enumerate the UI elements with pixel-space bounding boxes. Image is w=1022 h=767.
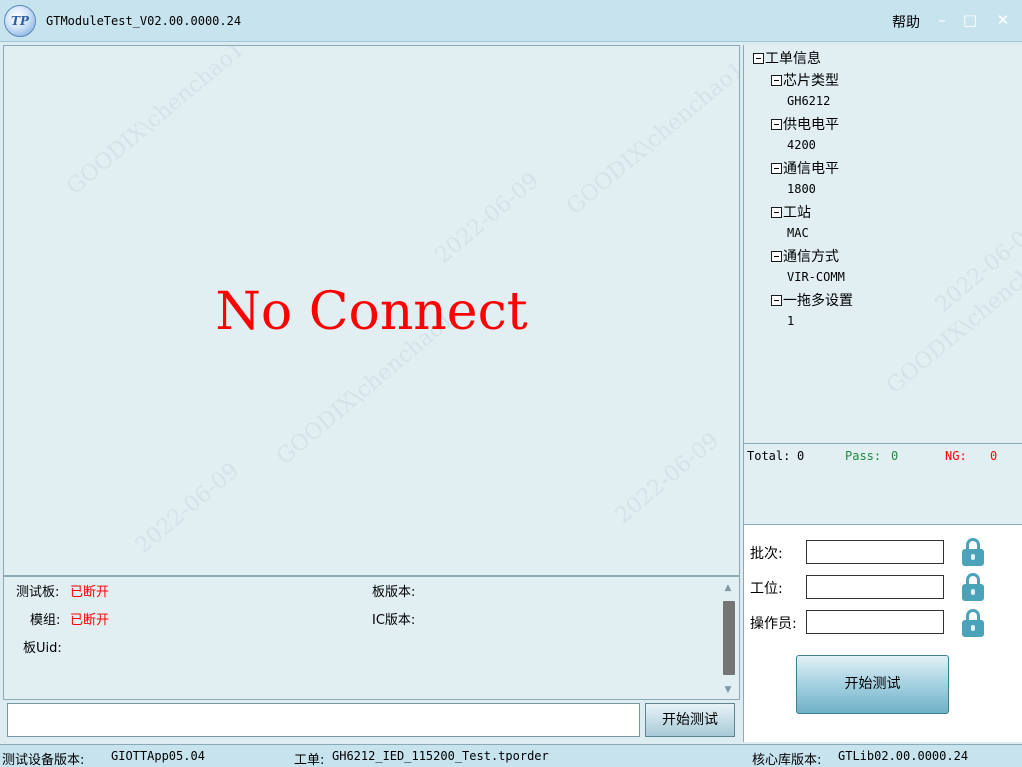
- collapse-icon[interactable]: [771, 75, 782, 86]
- watermark-user: GOODIX\chenchao1: [62, 45, 250, 200]
- watermark-user: GOODIX\chenchao1: [882, 236, 1022, 399]
- board-uid-label: 板Uid:: [23, 641, 62, 656]
- batch-label: 批次:: [750, 546, 783, 562]
- display-panel: GOODIX\chenchao1 2022-06-09 GOODIX\chenc…: [3, 45, 740, 576]
- collapse-icon[interactable]: [753, 53, 764, 64]
- tree-leaf-multi-setting[interactable]: 1: [787, 314, 794, 328]
- tree-node-multi-setting[interactable]: 一拖多设置: [771, 290, 853, 310]
- scroll-down-icon[interactable]: ▼: [721, 685, 735, 695]
- operator-input[interactable]: [806, 610, 944, 634]
- app-logo: TP: [4, 5, 36, 37]
- test-board-status: 已断开: [70, 585, 110, 600]
- device-version-label: 测试设备版本:: [2, 753, 85, 767]
- station-input[interactable]: [806, 575, 944, 599]
- watermark-user: GOODIX\chenchao1: [562, 57, 740, 220]
- test-stats-panel: Total: 0 Pass: 0 NG: 0: [743, 443, 1022, 524]
- minimize-button[interactable]: –: [932, 10, 952, 30]
- tree-leaf-comm-mode[interactable]: VIR-COMM: [787, 270, 845, 284]
- window-title: GTModuleTest_V02.00.0000.24: [46, 14, 242, 28]
- status-bar: 测试设备版本: GIOTTApp05.04 工单: GH6212_IED_115…: [0, 744, 1022, 767]
- start-test-small-button[interactable]: 开始测试: [645, 703, 735, 737]
- core-lib-label: 核心库版本:: [752, 753, 822, 767]
- lock-icon[interactable]: [961, 538, 985, 566]
- watermark-date: 2022-06-09: [130, 458, 245, 559]
- collapse-icon[interactable]: [771, 163, 782, 174]
- ng-label: NG:: [945, 449, 967, 463]
- command-input[interactable]: [7, 703, 640, 737]
- tree-leaf-comm-level[interactable]: 1800: [787, 182, 816, 196]
- pass-count: 0: [891, 449, 899, 463]
- tree-node-work-order[interactable]: 工单信息: [753, 48, 821, 68]
- lock-icon[interactable]: [961, 609, 985, 637]
- operator-label: 操作员:: [750, 616, 797, 632]
- tree-node-chip-type[interactable]: 芯片类型: [771, 70, 839, 90]
- tree-node-supply-level[interactable]: 供电电平: [771, 114, 839, 134]
- tree-leaf-station[interactable]: MAC: [787, 226, 809, 240]
- collapse-icon[interactable]: [771, 295, 782, 306]
- pass-label: Pass:: [845, 449, 882, 463]
- core-lib-value: GTLib02.00.0000.24: [838, 749, 969, 763]
- title-bar: TP GTModuleTest_V02.00.0000.24 帮助 – □ ✕: [0, 0, 1022, 42]
- batch-input[interactable]: [806, 540, 944, 564]
- work-order-tree: GOODIX\chenchao1 2022-06-09 工单信息 芯片类型 GH…: [743, 45, 1022, 443]
- tree-node-station[interactable]: 工站: [771, 202, 811, 222]
- ic-version-label: IC版本:: [372, 613, 416, 628]
- test-board-label: 测试板:: [16, 585, 60, 600]
- tree-node-comm-level[interactable]: 通信电平: [771, 158, 839, 178]
- lock-icon[interactable]: [961, 573, 985, 601]
- tree-leaf-supply-level[interactable]: 4200: [787, 138, 816, 152]
- module-status: 已断开: [70, 613, 110, 628]
- total-count: 0: [797, 449, 805, 463]
- info-scrollbar[interactable]: ▲ ▼: [721, 583, 735, 695]
- start-test-button[interactable]: 开始测试: [796, 655, 949, 714]
- maximize-button[interactable]: □: [960, 10, 980, 30]
- connection-status-message: No Connect: [215, 282, 528, 342]
- device-version-value: GIOTTApp05.04: [111, 749, 205, 763]
- device-info-panel: 测试板: 已断开 模组: 已断开 板Uid: 板版本: IC版本: ▲ ▼: [3, 576, 740, 700]
- board-version-label: 板版本:: [372, 585, 416, 600]
- work-order-label: 工单:: [294, 753, 325, 767]
- collapse-icon[interactable]: [771, 251, 782, 262]
- work-order-value: GH6212_IED_115200_Test.tporder: [332, 749, 549, 763]
- close-button[interactable]: ✕: [993, 10, 1013, 30]
- collapse-icon[interactable]: [771, 119, 782, 130]
- station-label: 工位:: [750, 581, 783, 597]
- watermark-date: 2022-06-09: [610, 428, 725, 529]
- ng-count: 0: [990, 449, 998, 463]
- scroll-up-icon[interactable]: ▲: [721, 583, 735, 593]
- help-menu[interactable]: 帮助: [892, 12, 920, 32]
- total-label: Total:: [747, 449, 791, 463]
- tree-leaf-chip-type[interactable]: GH6212: [787, 94, 830, 108]
- module-label: 模组:: [30, 613, 61, 628]
- tree-node-comm-mode[interactable]: 通信方式: [771, 246, 839, 266]
- collapse-icon[interactable]: [771, 207, 782, 218]
- scroll-thumb[interactable]: [723, 601, 735, 675]
- operator-form: 批次: 工位: 操作员: 开始测试: [743, 524, 1022, 742]
- watermark-date: 2022-06-09: [930, 217, 1022, 318]
- watermark-date: 2022-06-09: [430, 168, 545, 269]
